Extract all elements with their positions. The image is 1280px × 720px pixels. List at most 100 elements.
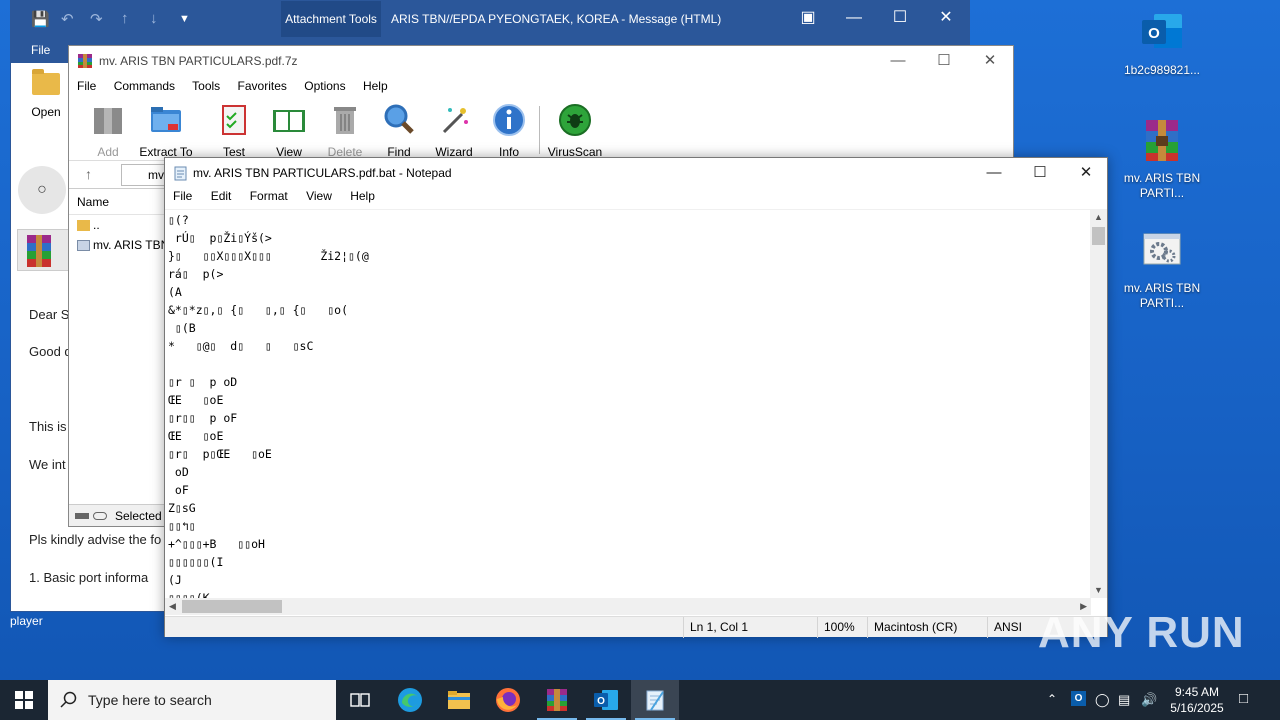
menu-file[interactable]: File	[77, 79, 96, 93]
taskbar-clock[interactable]: 9:45 AM 5/16/2025	[1160, 684, 1234, 716]
view-book-icon	[273, 110, 305, 132]
path-box[interactable]: mv	[121, 164, 169, 186]
test-button[interactable]: Test	[205, 102, 263, 159]
virusscan-button[interactable]: VirusScan	[545, 102, 605, 159]
delete-button[interactable]: Delete	[316, 102, 374, 159]
sender-avatar: ○	[18, 166, 66, 214]
file-explorer-icon	[448, 691, 470, 709]
down-arrow-icon[interactable]: ↓	[150, 10, 158, 27]
network-icon[interactable]: ▤	[1118, 692, 1130, 708]
notepad-text-area[interactable]: ▯(? rÚ▯ p▯Ži▯Ýš(> }▯ ▯▯X▯▯▯X▯▯▯ Ži2¦▯(@ …	[165, 209, 1091, 598]
find-button[interactable]: Find	[370, 102, 428, 159]
attachment-tools-tab[interactable]: Attachment Tools	[281, 1, 381, 37]
close-button[interactable]: ✕	[923, 1, 969, 37]
list-item[interactable]: ..	[69, 215, 169, 235]
column-header-name[interactable]: Name	[69, 189, 169, 215]
maximize-button[interactable]: ☐	[1017, 160, 1063, 188]
menu-file[interactable]: File	[173, 189, 192, 203]
close-button[interactable]: ✕	[967, 48, 1013, 76]
email-body-line: We int	[29, 457, 66, 472]
info-button[interactable]: Info	[480, 102, 538, 159]
minimize-button[interactable]: —	[875, 48, 921, 76]
customize-icon[interactable]: ▼	[179, 13, 190, 25]
menu-view[interactable]: View	[306, 189, 332, 203]
task-view-button[interactable]	[336, 680, 384, 720]
desktop-icon-label: 1b2c989821...	[1123, 63, 1201, 77]
add-button[interactable]: Add	[79, 102, 137, 159]
view-button[interactable]: View	[260, 102, 318, 159]
security-tray-icon[interactable]: ◯	[1095, 692, 1110, 708]
notepad-icon	[174, 166, 187, 181]
extract-to-button[interactable]: Extract To	[137, 102, 195, 159]
undo-icon[interactable]: ↶	[61, 10, 74, 28]
archive-status-bar: Selected	[69, 504, 169, 526]
svg-text:O: O	[1148, 25, 1160, 42]
vertical-scrollbar[interactable]: ▲ ▼	[1090, 209, 1107, 598]
open-button[interactable]: Open	[21, 69, 71, 119]
minimize-button[interactable]: —	[971, 160, 1017, 188]
email-body-line: This is	[29, 419, 67, 434]
key-icon	[93, 512, 107, 520]
menu-options[interactable]: Options	[304, 79, 345, 93]
virusscan-bug-icon	[559, 104, 591, 136]
save-icon[interactable]: 💾	[31, 10, 50, 28]
horizontal-scrollbar[interactable]: ◀ ▶	[165, 598, 1091, 615]
wizard-button[interactable]: Wizard	[425, 102, 483, 159]
archive-title: mv. ARIS TBN PARTICULARS.pdf.7z	[99, 54, 298, 68]
taskbar-winrar[interactable]	[533, 680, 581, 720]
close-button[interactable]: ✕	[1063, 160, 1109, 188]
menu-help[interactable]: Help	[363, 79, 388, 93]
maximize-button[interactable]: ☐	[921, 48, 967, 76]
redo-icon[interactable]: ↷	[90, 10, 103, 28]
folder-icon	[77, 220, 90, 231]
up-folder-icon[interactable]: ↑	[85, 166, 92, 182]
window-title: ARIS TBN//EPDA PYEONGTAEK, KOREA - Messa…	[391, 12, 722, 26]
desktop-icon-outlook-file[interactable]: O 1b2c989821...	[1122, 8, 1202, 78]
minimize-button[interactable]: —	[831, 1, 877, 37]
taskbar-edge[interactable]	[386, 680, 434, 720]
desktop-icon-archive[interactable]: mv. ARIS TBN PARTI...	[1122, 116, 1202, 201]
outlook-icon: O	[1142, 14, 1182, 48]
edge-icon	[398, 688, 422, 712]
taskbar-search-box[interactable]: Type here to search	[48, 680, 336, 720]
taskbar-notepad[interactable]	[631, 680, 679, 720]
menu-help[interactable]: Help	[350, 189, 375, 203]
notepad-title: mv. ARIS TBN PARTICULARS.pdf.bat - Notep…	[193, 166, 452, 180]
file-tab[interactable]: File	[31, 43, 50, 57]
clock-time: 9:45 AM	[1174, 685, 1220, 699]
scroll-up-icon[interactable]: ▲	[1094, 212, 1103, 222]
archive-title-bar: mv. ARIS TBN PARTICULARS.pdf.7z — ☐ ✕	[69, 46, 1013, 76]
show-hidden-icons-icon[interactable]: ⌃	[1047, 692, 1057, 706]
attachment-card[interactable]	[17, 229, 75, 271]
menu-commands[interactable]: Commands	[114, 79, 175, 93]
maximize-button[interactable]: ☐	[877, 1, 923, 37]
wizard-wand-icon	[442, 108, 468, 134]
taskbar-file-explorer[interactable]	[435, 680, 483, 720]
notifications-icon[interactable]: □	[1239, 690, 1248, 707]
add-label: Add	[97, 145, 119, 159]
notepad-icon	[646, 690, 664, 711]
scroll-left-icon[interactable]: ◀	[169, 601, 176, 612]
menu-edit[interactable]: Edit	[211, 189, 232, 203]
scroll-thumb[interactable]	[182, 600, 282, 613]
menu-favorites[interactable]: Favorites	[238, 79, 287, 93]
archive-menu-bar: File Commands Tools Favorites Options He…	[77, 79, 402, 93]
up-arrow-icon[interactable]: ↑	[121, 10, 129, 27]
winrar-icon	[547, 689, 567, 711]
outlook-tray-icon[interactable]: O	[1071, 691, 1086, 706]
volume-icon[interactable]: 🔊	[1141, 692, 1157, 708]
menu-tools[interactable]: Tools	[192, 79, 220, 93]
scroll-thumb[interactable]	[1092, 227, 1105, 245]
taskbar-firefox[interactable]	[484, 680, 532, 720]
email-body-line: Dear Si	[29, 307, 73, 322]
email-body-line: Pls kindly advise the fo	[29, 532, 162, 547]
list-item[interactable]: mv. ARIS TBN	[69, 235, 169, 255]
scroll-down-icon[interactable]: ▼	[1094, 585, 1103, 595]
taskbar-outlook[interactable]: O	[582, 680, 630, 720]
line-ending: Macintosh (CR)	[867, 617, 987, 638]
list-item-label: mv. ARIS TBN	[93, 238, 169, 252]
desktop-icon-bat[interactable]: mv. ARIS TBN PARTI...	[1122, 226, 1202, 311]
start-button[interactable]	[0, 680, 48, 720]
ribbon-display-icon[interactable]: ▣	[785, 1, 831, 37]
menu-format[interactable]: Format	[250, 189, 288, 203]
